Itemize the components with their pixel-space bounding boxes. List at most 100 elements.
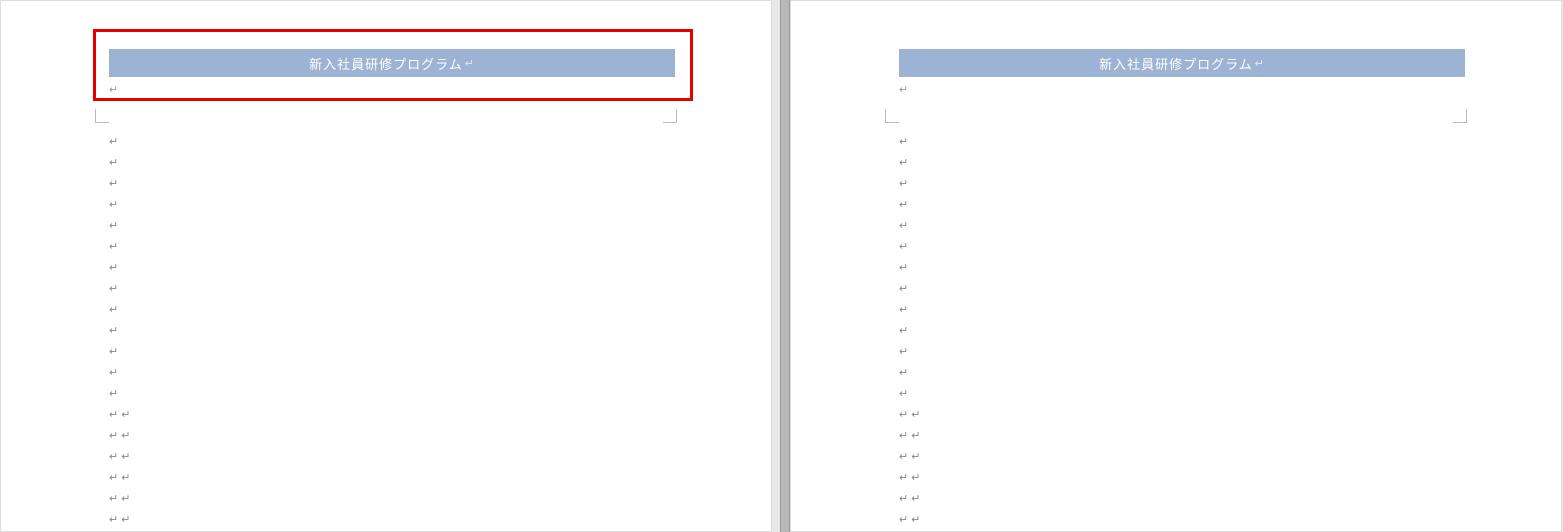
margin-guide-corner-icon — [1453, 109, 1467, 123]
document-page-1[interactable]: 新入社員研修プログラム ↵ ↵ ↵↵↵↵↵↵↵↵↵↵↵↵↵↵↵↵↵↵↵↵↵↵↵↵… — [0, 0, 772, 532]
page-gutter — [780, 0, 790, 532]
header-title-text: 新入社員研修プログラム — [1099, 54, 1253, 73]
paragraph-mark-icon: ↵ — [899, 303, 908, 316]
margin-guide-corner-icon — [95, 109, 109, 123]
paragraph-line[interactable]: ↵ — [899, 383, 1459, 404]
paragraph-mark-icon: ↵ — [109, 513, 118, 526]
paragraph-mark-icon: ↵ — [899, 324, 908, 337]
paragraph-mark-icon: ↵ — [899, 345, 908, 358]
paragraph-line[interactable]: ↵ — [899, 341, 1459, 362]
header-title-text: 新入社員研修プログラム — [309, 54, 463, 73]
paragraph-mark-icon: ↵ — [911, 450, 920, 463]
paragraph-line[interactable]: ↵ — [109, 257, 669, 278]
paragraph-line[interactable]: ↵ — [109, 152, 669, 173]
paragraph-line[interactable]: ↵ — [899, 299, 1459, 320]
paragraph-mark-icon: ↵ — [899, 513, 908, 526]
paragraph-mark-icon: ↵ — [109, 450, 118, 463]
paragraph-mark-icon: ↵ — [109, 408, 118, 421]
paragraph-line[interactable]: ↵ — [899, 362, 1459, 383]
paragraph-mark-icon: ↵ — [899, 156, 908, 169]
pilcrow-mark-icon: ↵ — [465, 57, 475, 70]
paragraph-line[interactable]: ↵ — [109, 131, 669, 152]
paragraph-line[interactable]: ↵ — [109, 320, 669, 341]
paragraph-mark-icon: ↵ — [899, 198, 908, 211]
paragraph-mark-icon: ↵ — [121, 492, 130, 505]
paragraph-mark-icon: ↵ — [899, 387, 908, 400]
paragraph-mark-icon: ↵ — [121, 429, 130, 442]
paragraph-line[interactable]: ↵↵ — [899, 404, 1459, 425]
paragraph-line[interactable]: ↵ — [109, 278, 669, 299]
paragraph-mark-icon: ↵ — [899, 240, 908, 253]
paragraph-mark-icon: ↵ — [911, 408, 920, 421]
paragraph-mark-icon: ↵ — [911, 513, 920, 526]
paragraph-line[interactable]: ↵ — [109, 236, 669, 257]
paragraph-line[interactable]: ↵↵ — [109, 446, 669, 467]
paragraph-mark-icon: ↵ — [109, 345, 118, 358]
paragraph-line[interactable]: ↵↵ — [899, 425, 1459, 446]
paragraph-mark-icon: ↵ — [121, 408, 130, 421]
paragraph-mark-icon: ↵ — [899, 366, 908, 379]
paragraph-line[interactable]: ↵ — [109, 362, 669, 383]
paragraph-line[interactable]: ↵↵ — [109, 425, 669, 446]
paragraph-line[interactable]: ↵ — [899, 278, 1459, 299]
paragraph-line[interactable]: ↵↵ — [899, 509, 1459, 530]
paragraph-line[interactable]: ↵ — [899, 194, 1459, 215]
paragraph-mark-icon: ↵ — [911, 471, 920, 484]
paragraph-line[interactable]: ↵ — [109, 194, 669, 215]
paragraph-mark-icon: ↵ — [109, 303, 118, 316]
paragraph-mark-icon: ↵ — [121, 471, 130, 484]
paragraph-line[interactable]: ↵ — [109, 341, 669, 362]
paragraph-line[interactable]: ↵ — [899, 257, 1459, 278]
paragraph-mark-icon: ↵ — [911, 492, 920, 505]
paragraph-mark-icon: ↵ — [899, 261, 908, 274]
paragraph-mark-icon: ↵ — [109, 177, 118, 190]
paragraph-line[interactable]: ↵ — [899, 131, 1459, 152]
paragraph-line[interactable]: ↵ — [899, 320, 1459, 341]
paragraph-line[interactable]: ↵ — [899, 173, 1459, 194]
paragraph-line[interactable]: ↵ — [899, 215, 1459, 236]
paragraph-mark-icon: ↵ — [109, 471, 118, 484]
paragraph-line[interactable]: ↵↵ — [899, 467, 1459, 488]
paragraph-mark-icon: ↵ — [899, 177, 908, 190]
margin-guide-corner-icon — [663, 109, 677, 123]
page-header-band[interactable]: 新入社員研修プログラム ↵ — [109, 49, 675, 77]
paragraph-line[interactable]: ↵↵ — [899, 488, 1459, 509]
paragraph-mark-icon: ↵ — [109, 219, 118, 232]
paragraph-mark-icon: ↵ — [109, 282, 118, 295]
paragraph-line[interactable]: ↵ — [109, 173, 669, 194]
paragraph-line[interactable]: ↵↵ — [109, 467, 669, 488]
paragraph-mark-icon: ↵ — [109, 366, 118, 379]
paragraph-mark-icon: ↵ — [109, 429, 118, 442]
paragraph-mark-icon: ↵ — [121, 450, 130, 463]
paragraph-line[interactable]: ↵↵ — [109, 404, 669, 425]
paragraph-line[interactable]: ↵↵ — [899, 446, 1459, 467]
paragraph-line[interactable]: ↵ — [109, 383, 669, 404]
pilcrow-mark-icon: ↵ — [1255, 57, 1265, 70]
paragraph-mark-icon: ↵ — [899, 429, 908, 442]
document-page-2[interactable]: 新入社員研修プログラム ↵ ↵ ↵↵↵↵↵↵↵↵↵↵↵↵↵↵↵↵↵↵↵↵↵↵↵↵… — [790, 0, 1562, 532]
paragraph-mark-icon: ↵ — [899, 408, 908, 421]
paragraph-mark-icon: ↵ — [109, 135, 118, 148]
paragraph-line[interactable]: ↵ — [899, 152, 1459, 173]
paragraph-line[interactable]: ↵ — [899, 236, 1459, 257]
paragraph-mark-icon: ↵ — [899, 492, 908, 505]
document-workspace: 新入社員研修プログラム ↵ ↵ ↵↵↵↵↵↵↵↵↵↵↵↵↵↵↵↵↵↵↵↵↵↵↵↵… — [0, 0, 1563, 532]
paragraph-mark-icon: ↵ — [899, 219, 908, 232]
paragraph-mark-icon: ↵ — [899, 135, 908, 148]
paragraph-mark-icon: ↵ — [911, 429, 920, 442]
paragraph-line[interactable]: ↵↵ — [109, 488, 669, 509]
paragraph-line[interactable]: ↵↵ — [109, 509, 669, 530]
paragraph-mark-icon: ↵ — [109, 156, 118, 169]
paragraph-mark-icon: ↵ — [109, 83, 118, 96]
paragraph-mark-icon: ↵ — [899, 83, 908, 96]
page-header-band[interactable]: 新入社員研修プログラム ↵ — [899, 49, 1465, 77]
paragraph-line[interactable]: ↵ — [109, 215, 669, 236]
paragraph-mark-icon: ↵ — [109, 240, 118, 253]
body-paragraph-area[interactable]: ↵↵↵↵↵↵↵↵↵↵↵↵↵↵↵↵↵↵↵↵↵↵↵↵↵ — [899, 131, 1459, 530]
paragraph-mark-icon: ↵ — [899, 282, 908, 295]
paragraph-mark-icon: ↵ — [109, 324, 118, 337]
body-paragraph-area[interactable]: ↵↵↵↵↵↵↵↵↵↵↵↵↵↵↵↵↵↵↵↵↵↵↵↵↵ — [109, 131, 669, 530]
paragraph-line[interactable]: ↵ — [109, 299, 669, 320]
paragraph-mark-icon: ↵ — [899, 450, 908, 463]
margin-guide-corner-icon — [885, 109, 899, 123]
